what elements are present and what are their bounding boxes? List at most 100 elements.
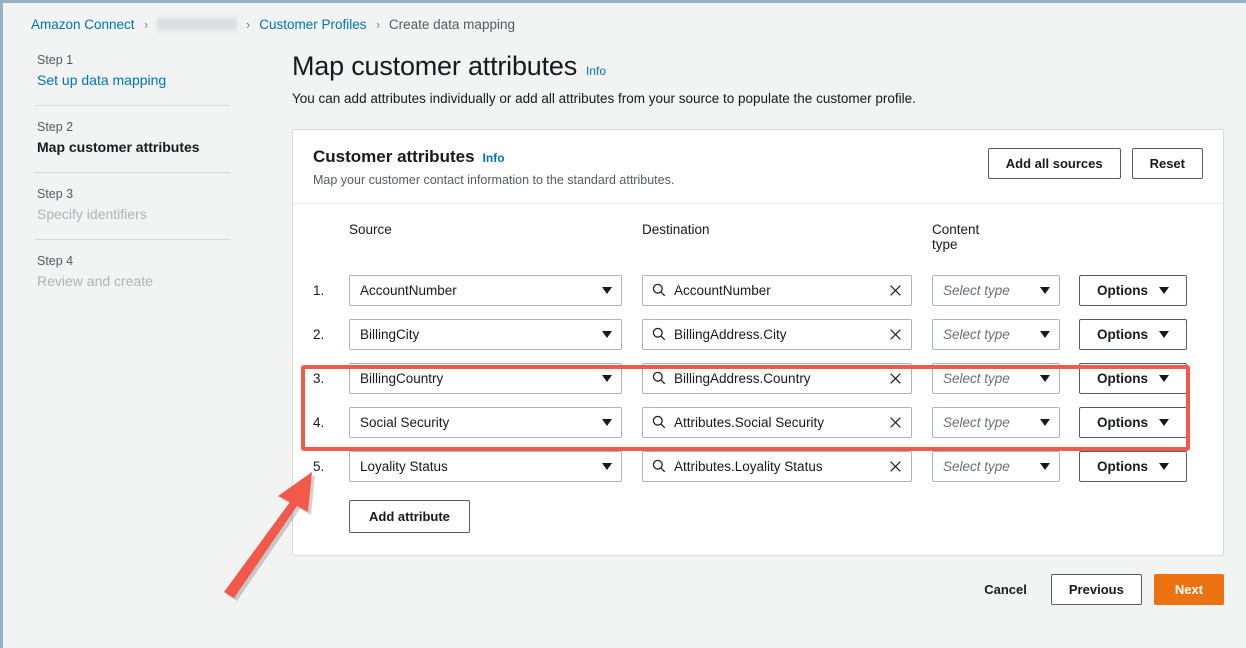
chevron-down-icon	[1040, 375, 1050, 382]
content-type-select[interactable]: Select type	[932, 363, 1060, 394]
step-title-set-up-data-mapping[interactable]: Set up data mapping	[37, 71, 230, 89]
row-options-button[interactable]: Options	[1079, 363, 1187, 394]
close-icon[interactable]	[889, 416, 902, 429]
chevron-down-icon	[602, 287, 612, 294]
content-type-select[interactable]: Select type	[932, 319, 1060, 350]
breadcrumb-item-create-data-mapping: Create data mapping	[389, 17, 515, 32]
card-body: Source Destination Content type 1. Accoun…	[293, 204, 1223, 555]
breadcrumb-item-redacted[interactable]	[157, 18, 237, 31]
step-divider	[35, 105, 230, 106]
page-title: Map customer attributes	[292, 51, 577, 82]
search-icon	[652, 371, 666, 385]
row-number: 2.	[313, 327, 349, 342]
step-title-specify-identifiers: Specify identifiers	[37, 205, 230, 223]
chevron-down-icon	[1040, 419, 1050, 426]
destination-attribute-input[interactable]: Attributes.Loyality Status	[642, 451, 912, 482]
breadcrumb-separator-icon: ›	[144, 17, 147, 32]
source-attribute-select[interactable]: Social Security	[349, 407, 622, 438]
attribute-mapping-rows: 1. AccountNumber AccountNumber Select type O…	[313, 268, 1203, 488]
main-content: Map customer attributes Info You can add…	[292, 51, 1224, 605]
search-icon	[652, 459, 666, 473]
row-options-button[interactable]: Options	[1079, 451, 1187, 482]
breadcrumb-item-customer-profiles[interactable]: Customer Profiles	[259, 17, 366, 32]
step-number: Step 2	[37, 120, 230, 134]
destination-attribute-input[interactable]: BillingAddress.Country	[642, 363, 912, 394]
source-attribute-value: Loyality Status	[360, 459, 448, 474]
reset-button[interactable]: Reset	[1132, 148, 1203, 179]
close-icon[interactable]	[889, 284, 902, 297]
step-title-map-customer-attributes: Map customer attributes	[37, 138, 230, 156]
previous-button[interactable]: Previous	[1051, 574, 1142, 605]
chevron-down-icon	[602, 463, 612, 470]
chevron-down-icon	[1159, 331, 1169, 338]
chevron-down-icon	[1040, 287, 1050, 294]
attribute-mapping-row: 2. BillingCity BillingAddress.City Select t…	[313, 312, 1203, 356]
destination-attribute-input[interactable]: AccountNumber	[642, 275, 912, 306]
source-attribute-select[interactable]: BillingCity	[349, 319, 622, 350]
destination-attribute-input[interactable]: Attributes.Social Security	[642, 407, 912, 438]
search-icon	[652, 327, 666, 341]
content-type-select[interactable]: Select type	[932, 275, 1060, 306]
breadcrumb-item-amazon-connect[interactable]: Amazon Connect	[31, 17, 135, 32]
breadcrumb-separator-icon: ›	[246, 17, 249, 32]
card-header-text: Customer attributes Info Map your custom…	[313, 147, 674, 187]
content-type-placeholder: Select type	[943, 459, 1010, 474]
row-options-button[interactable]: Options	[1079, 319, 1187, 350]
content-type-select[interactable]: Select type	[932, 407, 1060, 438]
chevron-down-icon	[1159, 287, 1169, 294]
page-header: Map customer attributes Info	[292, 51, 1224, 82]
add-attribute-row: Add attribute	[313, 500, 1203, 533]
customer-attributes-card: Customer attributes Info Map your custom…	[292, 129, 1224, 556]
row-options-button[interactable]: Options	[1079, 275, 1187, 306]
row-number: 5.	[313, 459, 349, 474]
close-icon[interactable]	[889, 328, 902, 341]
card-info-link[interactable]: Info	[483, 151, 505, 165]
step-divider	[35, 172, 230, 173]
content-type-placeholder: Select type	[943, 371, 1010, 386]
step-nav-item-1[interactable]: Step 1 Set up data mapping	[35, 53, 230, 89]
card-title: Customer attributes	[313, 147, 475, 167]
destination-attribute-value: BillingAddress.Country	[674, 371, 881, 386]
step-navigation: Step 1 Set up data mapping Step 2 Map cu…	[35, 53, 230, 290]
search-icon	[652, 415, 666, 429]
source-attribute-value: AccountNumber	[360, 283, 457, 298]
column-headers: Source Destination Content type	[313, 222, 1203, 252]
wizard-footer-actions: Cancel Previous Next	[292, 574, 1224, 605]
breadcrumb: Amazon Connect › › Customer Profiles › C…	[31, 17, 515, 32]
cancel-button[interactable]: Cancel	[972, 575, 1039, 604]
close-icon[interactable]	[889, 372, 902, 385]
breadcrumb-separator-icon: ›	[376, 17, 379, 32]
next-button[interactable]: Next	[1154, 574, 1224, 605]
source-attribute-select[interactable]: BillingCountry	[349, 363, 622, 394]
step-divider	[35, 239, 230, 240]
source-attribute-value: Social Security	[360, 415, 449, 430]
attribute-mapping-row: 5. Loyality Status Attributes.Loyality Sta…	[313, 444, 1203, 488]
search-icon	[652, 283, 666, 297]
add-attribute-button[interactable]: Add attribute	[349, 500, 470, 533]
step-nav-item-2[interactable]: Step 2 Map customer attributes	[35, 120, 230, 156]
source-attribute-select[interactable]: Loyality Status	[349, 451, 622, 482]
card-header: Customer attributes Info Map your custom…	[293, 130, 1223, 204]
attribute-mapping-row: 1. AccountNumber AccountNumber Select type O…	[313, 268, 1203, 312]
close-icon[interactable]	[889, 460, 902, 473]
card-title-row: Customer attributes Info	[313, 147, 674, 167]
row-number: 3.	[313, 371, 349, 386]
destination-attribute-value: Attributes.Social Security	[674, 415, 881, 430]
source-attribute-select[interactable]: AccountNumber	[349, 275, 622, 306]
chevron-down-icon	[1159, 419, 1169, 426]
row-options-button[interactable]: Options	[1079, 407, 1187, 438]
step-number: Step 1	[37, 53, 230, 67]
chevron-down-icon	[1159, 463, 1169, 470]
page-info-link[interactable]: Info	[586, 64, 606, 78]
card-header-actions: Add all sources Reset	[988, 147, 1203, 179]
page-description: You can add attributes individually or a…	[292, 91, 1224, 106]
row-number: 1.	[313, 283, 349, 298]
destination-attribute-input[interactable]: BillingAddress.City	[642, 319, 912, 350]
add-all-sources-button[interactable]: Add all sources	[988, 148, 1121, 179]
row-number: 4.	[313, 415, 349, 430]
content-type-select[interactable]: Select type	[932, 451, 1060, 482]
column-header-content-type: Content type	[932, 222, 933, 252]
source-attribute-value: BillingCity	[360, 327, 419, 342]
step-nav-item-4: Step 4 Review and create	[35, 254, 230, 290]
content-type-placeholder: Select type	[943, 415, 1010, 430]
